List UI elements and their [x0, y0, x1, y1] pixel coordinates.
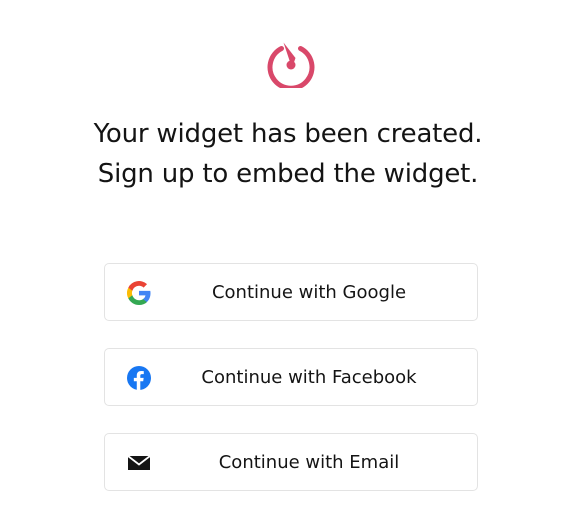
page-heading: Your widget has been created. Sign up to…	[0, 114, 576, 194]
email-button-label: Continue with Email	[218, 452, 400, 473]
google-button-label: Continue with Google	[211, 282, 407, 303]
heading-line-2: Sign up to embed the widget.	[97, 159, 479, 189]
facebook-button-label: Continue with Facebook	[201, 367, 417, 388]
continue-with-facebook-button[interactable]: Continue with Facebook	[104, 348, 478, 406]
gauge-logo-icon	[267, 42, 315, 88]
continue-with-email-button[interactable]: Continue with Email	[104, 433, 478, 491]
heading-line-1: Your widget has been created.	[93, 119, 483, 149]
continue-with-google-button[interactable]: Continue with Google	[104, 263, 478, 321]
